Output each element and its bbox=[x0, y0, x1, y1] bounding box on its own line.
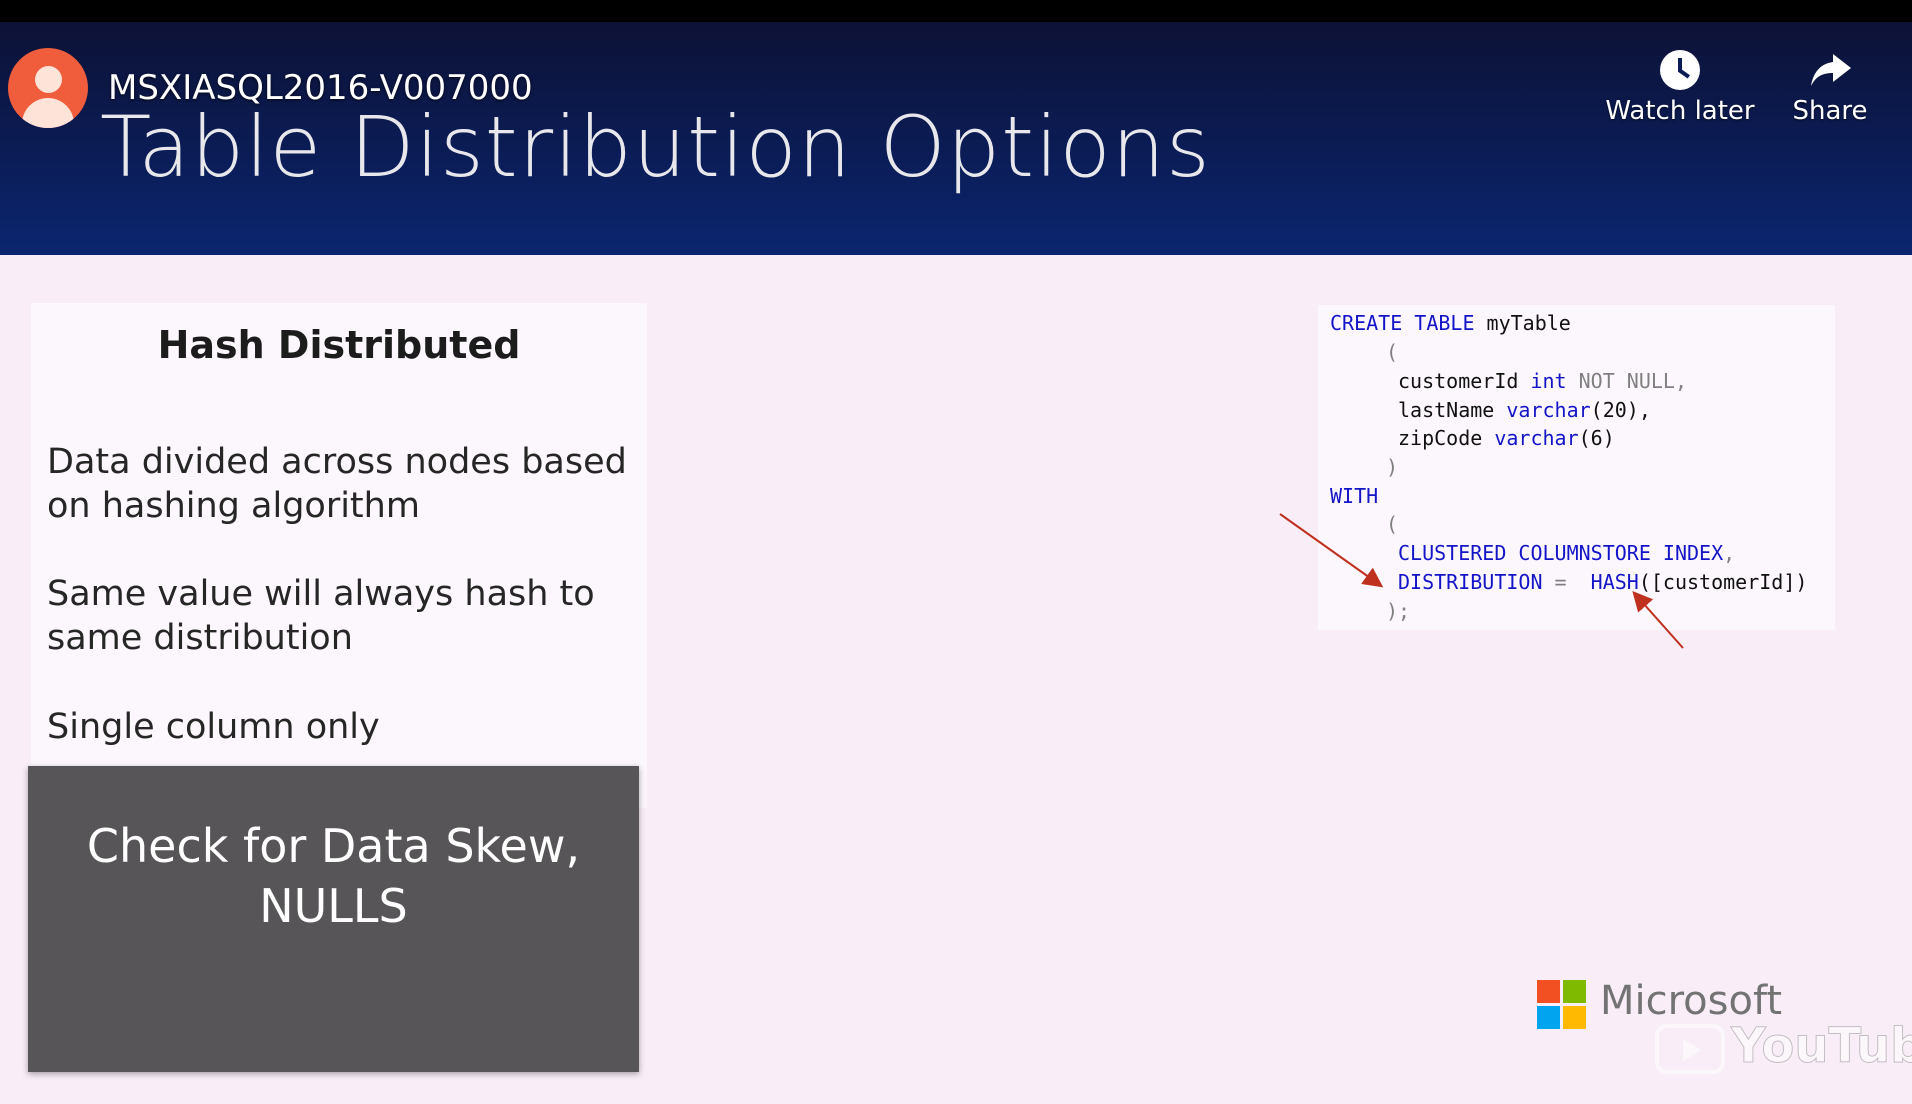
card-bullet: Data divided across nodes based on hashi… bbox=[47, 442, 627, 526]
code-line-6: ) bbox=[1386, 455, 1399, 479]
code-line-8: ( bbox=[1386, 512, 1399, 536]
watch-later-button[interactable]: Watch later bbox=[1600, 50, 1760, 126]
hash-distributed-card: Hash Distributed Data divided across nod… bbox=[31, 303, 647, 808]
code-line-1: CREATE TABLE myTable bbox=[1330, 311, 1571, 335]
card-bullet: Single column only bbox=[47, 707, 380, 747]
video-title[interactable]: MSXIASQL2016-V007000 bbox=[108, 68, 533, 108]
slide-title: Table Distribution Options bbox=[100, 98, 1211, 196]
top-strip bbox=[0, 0, 1912, 22]
code-line-4: lastName varchar(20), bbox=[1398, 398, 1651, 422]
microsoft-logo-icon bbox=[1537, 980, 1587, 1030]
code-line-7: WITH bbox=[1330, 484, 1379, 508]
youtube-wordmark: YouTube bbox=[1730, 1018, 1912, 1075]
code-line-5: zipCode varchar(6) bbox=[1398, 426, 1615, 450]
card-bullet: Same value will always hash to same dist… bbox=[47, 574, 595, 658]
share-arrow-icon bbox=[1811, 54, 1851, 86]
card-heading: Hash Distributed bbox=[157, 323, 521, 367]
data-skew-callout: Check for Data Skew, NULLS bbox=[28, 766, 639, 1072]
code-sample: CREATE TABLE myTable ( customerId int NO… bbox=[1318, 305, 1835, 630]
code-line-11: ); bbox=[1386, 599, 1411, 623]
code-line-9: CLUSTERED COLUMNSTORE INDEX, bbox=[1398, 541, 1736, 565]
callout-text: Check for Data Skew, NULLS bbox=[86, 819, 581, 933]
clock-icon bbox=[1660, 50, 1700, 90]
code-line-3: customerId int NOT NULL, bbox=[1398, 369, 1687, 393]
code-line-2: ( bbox=[1386, 340, 1399, 364]
share-label: Share bbox=[1792, 96, 1868, 126]
channel-avatar-icon[interactable] bbox=[8, 48, 88, 128]
watch-later-label: Watch later bbox=[1605, 96, 1755, 126]
share-button[interactable]: Share bbox=[1780, 50, 1880, 126]
code-line-10: DISTRIBUTION = HASH([customerId]) bbox=[1398, 570, 1808, 594]
